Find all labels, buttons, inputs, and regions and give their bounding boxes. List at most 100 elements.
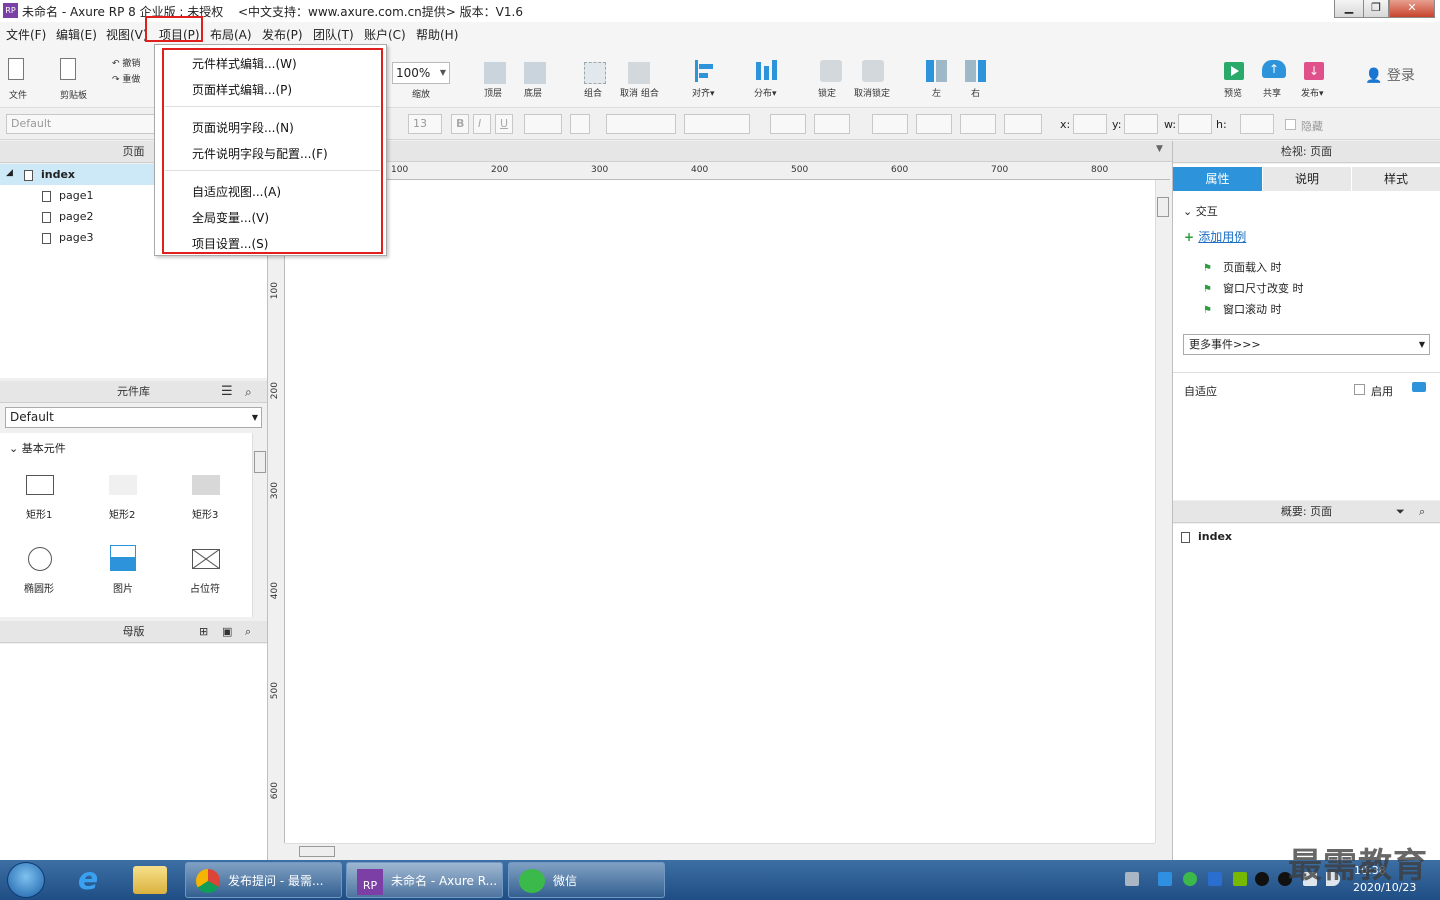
outline-item-index[interactable]: index bbox=[1181, 530, 1232, 543]
left-pane-icon[interactable] bbox=[926, 60, 948, 82]
library-scrollbar[interactable] bbox=[252, 433, 267, 617]
bring-to-front-icon[interactable] bbox=[484, 62, 506, 84]
preview-icon[interactable] bbox=[1224, 62, 1244, 80]
menu-account[interactable]: 账户(C) bbox=[364, 26, 406, 43]
redo-button[interactable]: ↷ 重做 bbox=[112, 72, 140, 85]
tab-style[interactable]: 样式 bbox=[1352, 167, 1440, 191]
interaction-section[interactable]: ⌄ 交互 bbox=[1183, 203, 1218, 219]
close-button[interactable]: ✕ bbox=[1389, 0, 1435, 18]
x-input[interactable] bbox=[1073, 114, 1107, 134]
ungroup-icon[interactable] bbox=[628, 62, 650, 84]
paste-icon[interactable] bbox=[60, 58, 76, 80]
chevron-down-icon[interactable]: ▼ bbox=[1156, 144, 1163, 154]
page-item-page3[interactable]: page3 bbox=[42, 231, 93, 244]
taskbar-axure[interactable]: RP 未命名 - Axure R... bbox=[346, 862, 503, 898]
line-color-button[interactable] bbox=[872, 114, 908, 134]
ie-browser-icon[interactable]: e bbox=[70, 864, 106, 896]
menu-edit[interactable]: 编辑(E) bbox=[56, 26, 97, 43]
image-widget-icon[interactable] bbox=[110, 545, 136, 571]
group-icon[interactable] bbox=[584, 62, 606, 84]
menu-team[interactable]: 团队(T) bbox=[313, 26, 354, 43]
underline-button[interactable]: U bbox=[495, 114, 513, 134]
minimize-button[interactable]: ▁ bbox=[1334, 0, 1364, 18]
taskbar-wechat[interactable]: 微信 bbox=[508, 862, 665, 898]
add-master-icon[interactable]: ⊞ bbox=[199, 621, 208, 643]
enable-adaptive-checkbox[interactable] bbox=[1354, 384, 1365, 395]
login-button[interactable]: 👤 登录 bbox=[1365, 65, 1415, 85]
file-explorer-icon[interactable] bbox=[133, 866, 167, 894]
font-size-select[interactable]: 13 bbox=[408, 114, 442, 134]
font-color-button[interactable] bbox=[524, 114, 562, 134]
arrow-style-button[interactable] bbox=[1004, 114, 1042, 134]
more-events-select[interactable]: 更多事件>>> ▼ bbox=[1183, 334, 1430, 355]
placeholder-widget-icon[interactable] bbox=[192, 549, 220, 569]
w-input[interactable] bbox=[1178, 114, 1212, 134]
zoom-select[interactable]: 100% ▼ bbox=[392, 62, 450, 84]
menu-icon[interactable]: ☰ bbox=[221, 381, 233, 403]
collapse-arrow-icon[interactable]: ◢ bbox=[6, 168, 13, 178]
file-label: 文件 bbox=[9, 91, 28, 101]
security-shield-tray-icon[interactable] bbox=[1208, 872, 1222, 886]
canvas-horizontal-scrollbar[interactable] bbox=[285, 843, 1155, 859]
rectangle3-widget-icon[interactable] bbox=[192, 475, 220, 495]
shadow-button[interactable] bbox=[814, 114, 850, 134]
section-basic-widgets[interactable]: ⌄ 基本元件 bbox=[9, 440, 66, 456]
keyboard-tray-icon[interactable] bbox=[1125, 872, 1139, 886]
page-item-page1[interactable]: page1 bbox=[42, 189, 93, 202]
library-select[interactable]: Default ▼ bbox=[5, 407, 262, 428]
bullet-button[interactable] bbox=[570, 114, 590, 134]
new-file-icon[interactable] bbox=[8, 58, 24, 80]
undo-button[interactable]: ↶ 撤销 bbox=[112, 56, 140, 69]
search-icon[interactable]: ⌕ bbox=[245, 621, 251, 643]
page-item-page2[interactable]: page2 bbox=[42, 210, 93, 223]
filter-icon[interactable]: ⏷ bbox=[1396, 501, 1405, 523]
menu-view[interactable]: 视图(V) bbox=[106, 26, 148, 43]
publish-icon[interactable]: ↓ bbox=[1304, 62, 1324, 80]
send-to-back-icon[interactable] bbox=[524, 62, 546, 84]
unlock-icon[interactable] bbox=[862, 60, 884, 82]
fill-color-button[interactable] bbox=[770, 114, 806, 134]
event-window-scroll[interactable]: ⚑ 窗口滚动 时 bbox=[1203, 301, 1282, 317]
qq-tray-icon[interactable] bbox=[1255, 872, 1269, 886]
bold-button[interactable]: B bbox=[451, 114, 469, 134]
rectangle2-widget-icon[interactable] bbox=[109, 475, 137, 495]
start-button-windows-icon[interactable] bbox=[7, 862, 45, 898]
h-input[interactable] bbox=[1240, 114, 1274, 134]
style-select[interactable]: Default bbox=[6, 114, 156, 134]
event-window-resize[interactable]: ⚑ 窗口尺寸改变 时 bbox=[1203, 280, 1304, 296]
distribute-icon[interactable] bbox=[756, 60, 778, 82]
search-icon[interactable]: ⌕ bbox=[245, 381, 252, 403]
menu-publish[interactable]: 发布(P) bbox=[262, 26, 303, 43]
search-icon[interactable]: ⌕ bbox=[1419, 501, 1425, 523]
event-page-load[interactable]: ⚑ 页面载入 时 bbox=[1203, 259, 1282, 275]
share-cloud-icon[interactable]: ↑ bbox=[1262, 60, 1286, 78]
tab-properties[interactable]: 属性 bbox=[1173, 167, 1262, 191]
maximize-button[interactable]: ❐ bbox=[1363, 0, 1389, 18]
canvas-vertical-scrollbar[interactable] bbox=[1155, 180, 1170, 843]
menu-help[interactable]: 帮助(H) bbox=[416, 26, 458, 43]
text-align-group[interactable] bbox=[606, 114, 676, 134]
y-input[interactable] bbox=[1124, 114, 1158, 134]
line-style-button[interactable] bbox=[960, 114, 996, 134]
tab-notes[interactable]: 说明 bbox=[1263, 167, 1351, 191]
adaptive-views-icon[interactable] bbox=[1412, 382, 1426, 392]
nvidia-tray-icon[interactable] bbox=[1233, 872, 1247, 886]
ellipse-widget-icon[interactable] bbox=[28, 547, 52, 571]
design-canvas[interactable] bbox=[285, 180, 1155, 843]
italic-button[interactable]: I bbox=[473, 114, 491, 134]
add-folder-icon[interactable]: ▣ bbox=[222, 621, 232, 643]
rectangle1-widget-icon[interactable] bbox=[26, 475, 54, 495]
taskbar-chrome[interactable]: 发布提问 - 最需... bbox=[185, 862, 342, 898]
wechat-tray-icon[interactable] bbox=[1183, 872, 1197, 886]
tencent-video-tray-icon[interactable] bbox=[1158, 872, 1172, 886]
page-item-index[interactable]: index bbox=[24, 168, 75, 181]
lock-icon[interactable] bbox=[820, 60, 842, 82]
right-pane-icon[interactable] bbox=[965, 60, 987, 82]
menu-layout[interactable]: 布局(A) bbox=[210, 26, 252, 43]
align-icon[interactable] bbox=[695, 60, 717, 82]
add-case-link[interactable]: + 添加用例 bbox=[1184, 228, 1246, 245]
hide-checkbox[interactable] bbox=[1285, 119, 1296, 130]
menu-file[interactable]: 文件(F) bbox=[6, 26, 46, 43]
vertical-align-group[interactable] bbox=[684, 114, 750, 134]
line-width-button[interactable] bbox=[916, 114, 952, 134]
